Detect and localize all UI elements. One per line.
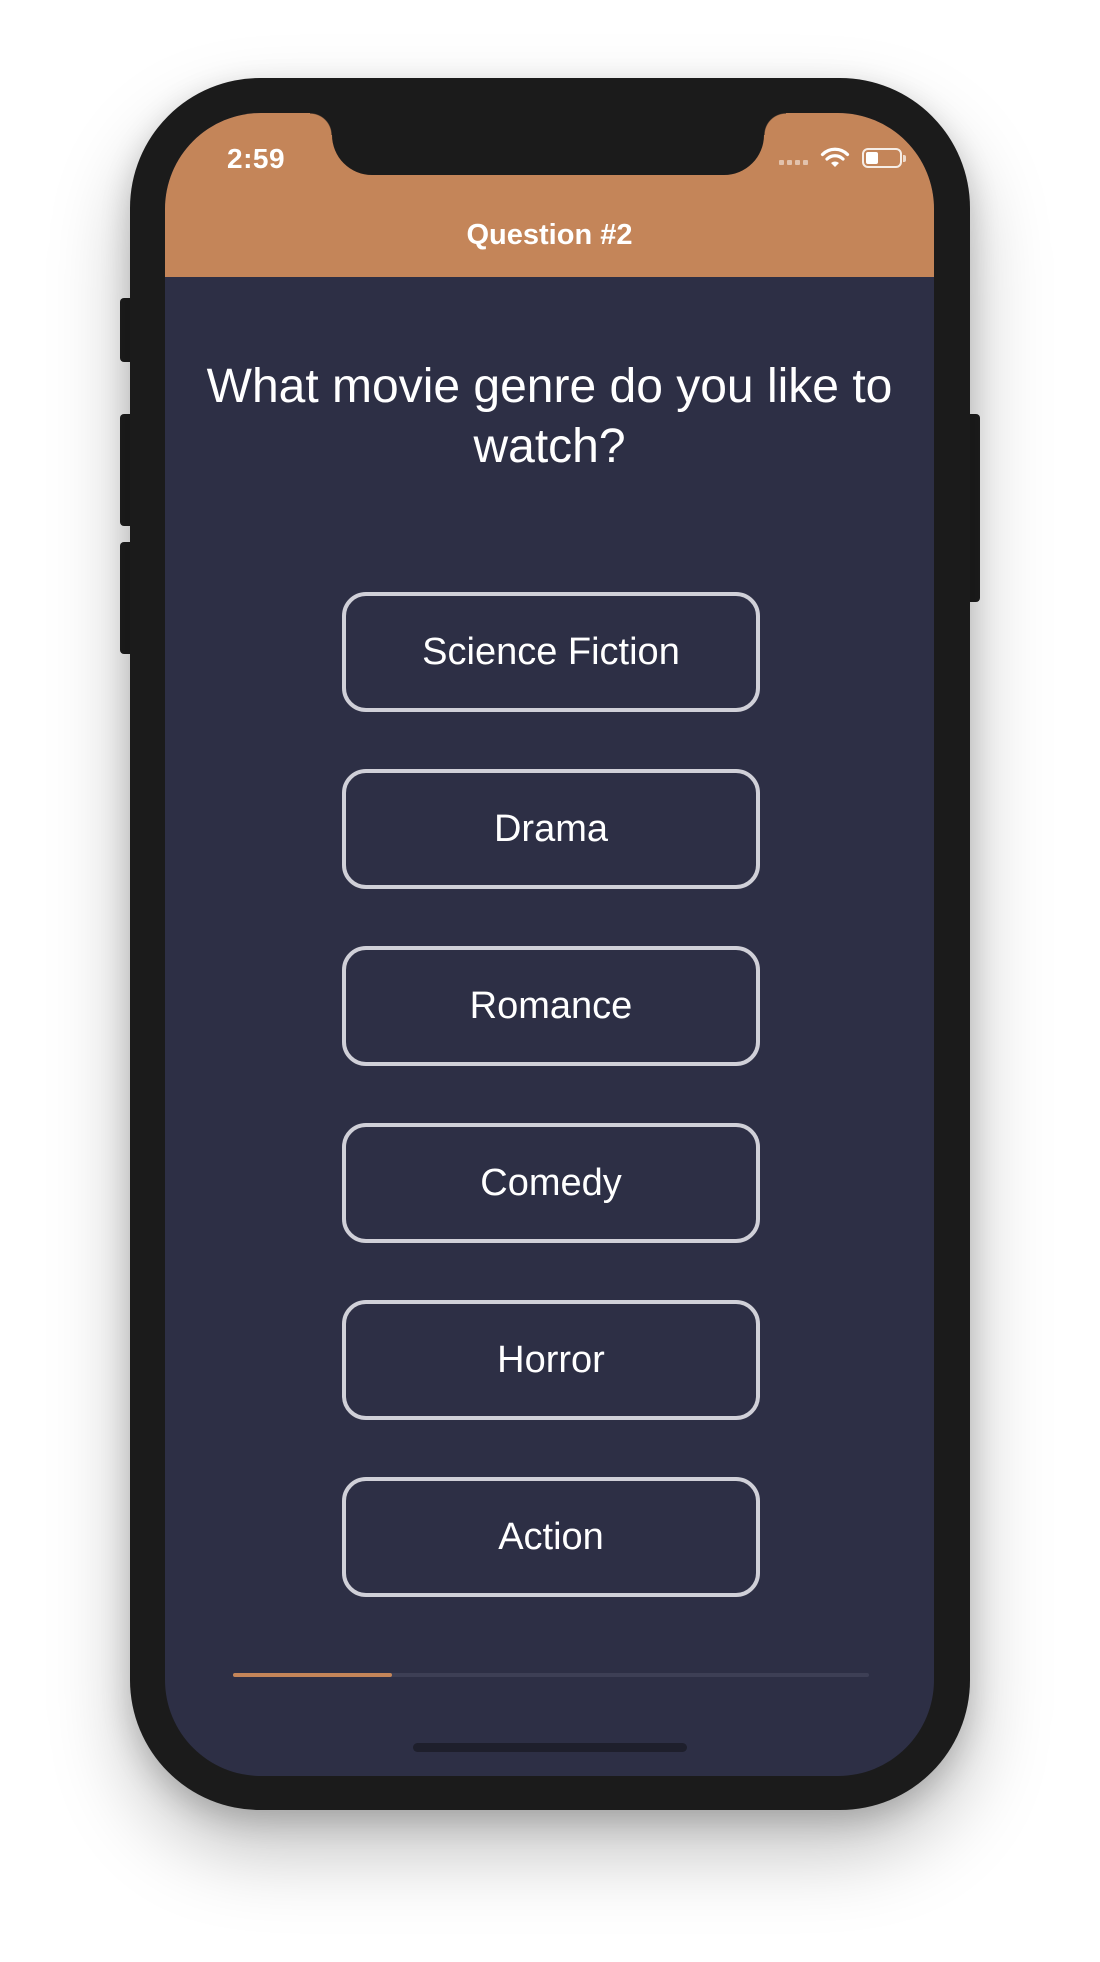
answer-label: Action bbox=[498, 1515, 604, 1558]
answer-label: Comedy bbox=[480, 1161, 622, 1204]
question-text: What movie genre do you like to watch? bbox=[206, 360, 893, 473]
device-notch bbox=[310, 113, 786, 175]
answer-button-horror[interactable]: Horror bbox=[342, 1300, 760, 1420]
answer-button-action[interactable]: Action bbox=[342, 1477, 760, 1597]
answer-label: Romance bbox=[469, 984, 633, 1027]
page-title: Question #2 bbox=[466, 219, 633, 251]
answer-list: Science Fiction Drama Romance Comedy Horror A… bbox=[342, 592, 760, 1654]
answer-button-romance[interactable]: Romance bbox=[342, 946, 760, 1066]
answer-label: Science Fiction bbox=[422, 630, 680, 673]
battery-icon bbox=[862, 148, 906, 168]
status-icons bbox=[779, 147, 906, 169]
wifi-icon bbox=[820, 147, 850, 167]
home-indicator[interactable] bbox=[413, 1743, 687, 1752]
answer-button-science-fiction[interactable]: Science Fiction bbox=[342, 592, 760, 712]
answer-label: Horror bbox=[497, 1338, 605, 1381]
progress-bar-fill bbox=[233, 1673, 392, 1677]
answer-button-drama[interactable]: Drama bbox=[342, 769, 760, 889]
device-mockup: 2:59 Question #2 What movie genre do you… bbox=[0, 0, 1100, 1962]
progress-bar bbox=[233, 1673, 869, 1677]
signal-icon bbox=[779, 151, 808, 165]
answer-label: Drama bbox=[493, 807, 609, 850]
answer-button-comedy[interactable]: Comedy bbox=[342, 1123, 760, 1243]
app-screen: 2:59 Question #2 What movie genre do you… bbox=[165, 113, 934, 1776]
phone-frame: 2:59 Question #2 What movie genre do you… bbox=[130, 78, 970, 1810]
status-time: 2:59 bbox=[227, 143, 286, 174]
